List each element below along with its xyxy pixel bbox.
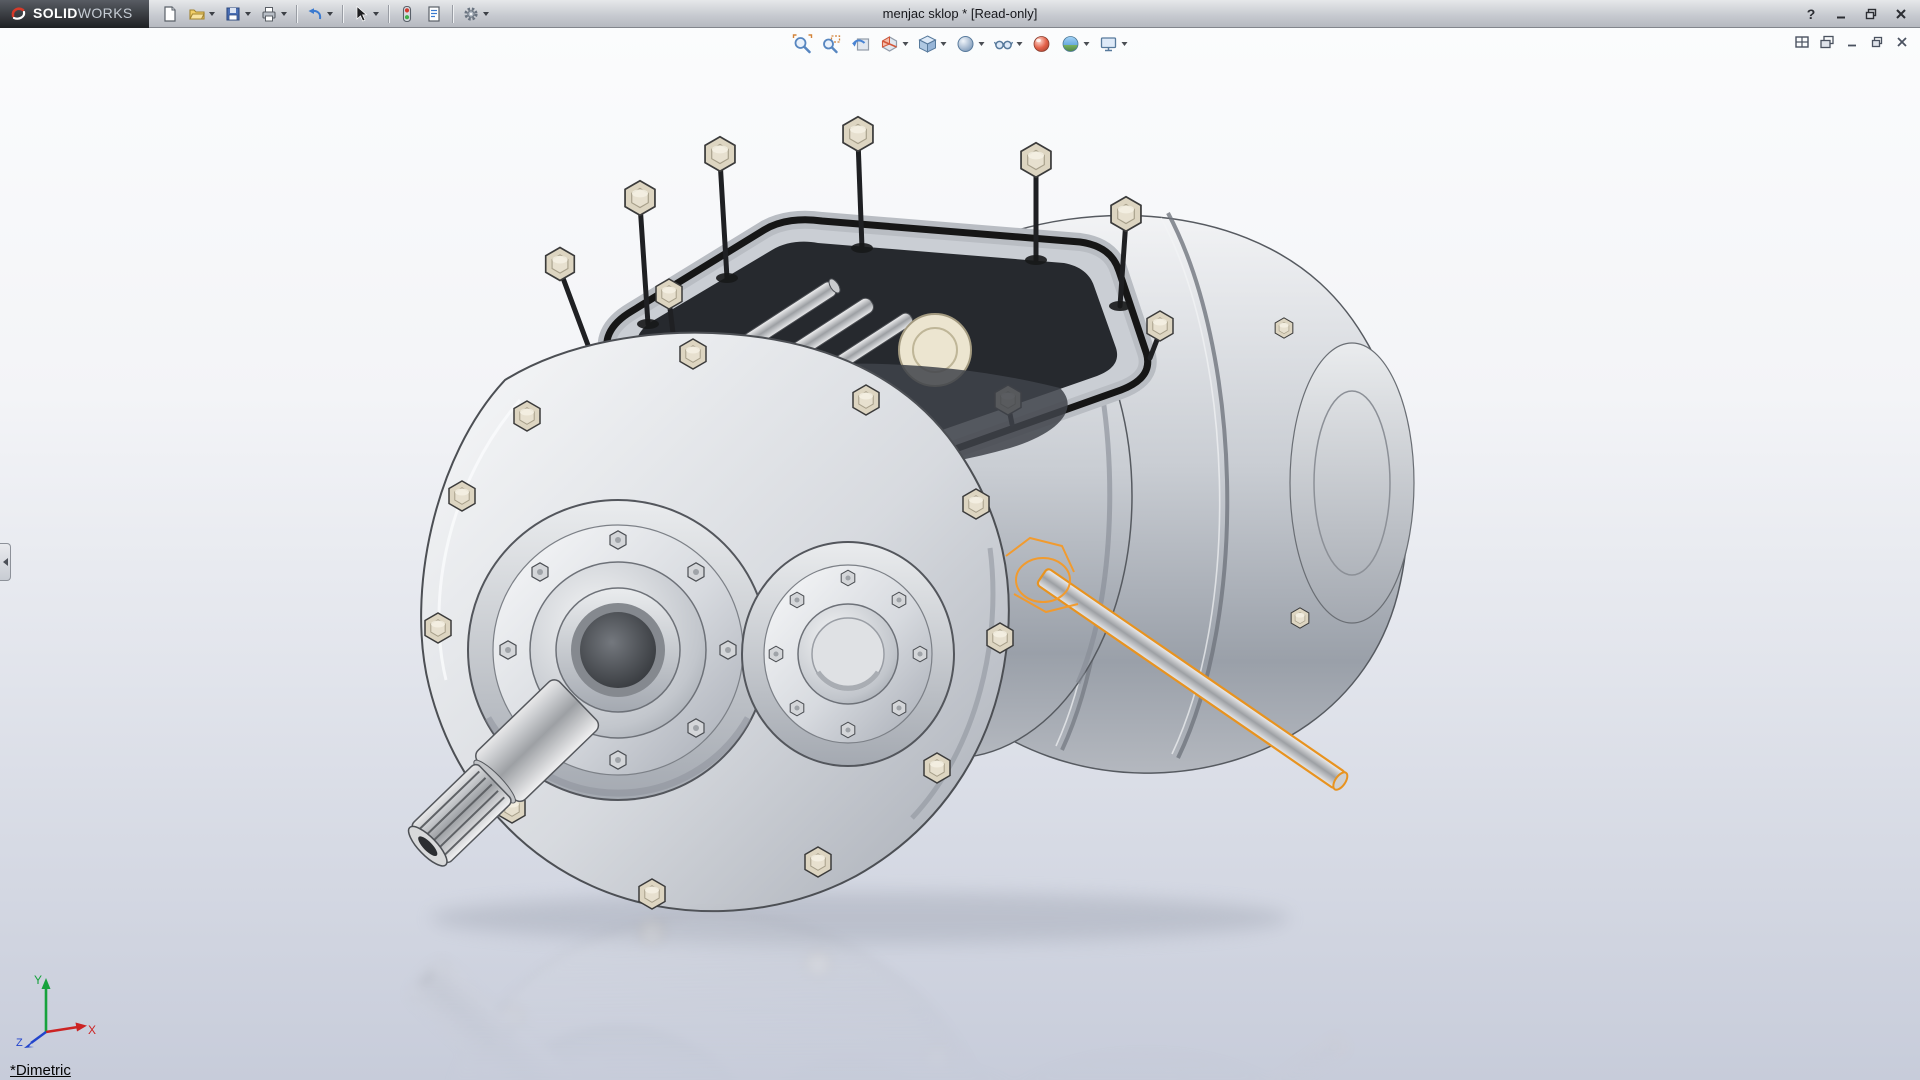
minimize-icon: [1835, 8, 1847, 20]
restore-button[interactable]: [1862, 5, 1880, 23]
help-icon: ?: [1807, 6, 1816, 22]
options-gear-icon: [462, 5, 480, 23]
svg-text:Z: Z: [16, 1037, 23, 1049]
undo-dropdown-caret[interactable]: [327, 12, 333, 16]
view-settings-caret[interactable]: [1122, 42, 1128, 46]
brand-text: SOLIDWORKS: [33, 5, 133, 23]
hide-show-items-button[interactable]: [990, 31, 1027, 57]
print-button[interactable]: [256, 2, 291, 26]
view-settings-button[interactable]: [1095, 31, 1132, 57]
view-orientation-button[interactable]: [914, 31, 951, 57]
triad-y-axis: Y: [34, 973, 51, 1032]
file-properties-icon: [425, 5, 443, 23]
select-cursor-icon: [352, 5, 370, 23]
titlebar: SOLIDWORKS: [0, 0, 1920, 28]
view-orientation-label: *Dimetric: [10, 1062, 71, 1079]
new-document-icon: [161, 5, 179, 23]
svg-text:X: X: [88, 1023, 96, 1037]
panel-expand-arrow-icon: [3, 558, 8, 566]
document-close-button[interactable]: [1894, 34, 1910, 50]
file-properties-button[interactable]: [421, 2, 447, 26]
toolbar-separator: [342, 5, 343, 23]
open-button[interactable]: [184, 2, 219, 26]
minimize-button[interactable]: [1832, 5, 1850, 23]
viewport-selector-icon: [1795, 35, 1809, 49]
triad-z-axis: Z: [16, 1032, 46, 1049]
display-style-icon: [956, 34, 976, 54]
toolbar-separator: [388, 5, 389, 23]
view-orientation-caret[interactable]: [941, 42, 947, 46]
edit-appearance-ball-icon: [1032, 34, 1052, 54]
document-close-icon: [1896, 36, 1908, 48]
rebuild-traffic-light-icon: [398, 5, 416, 23]
view-orientation-cube-icon: [918, 34, 938, 54]
zoom-to-area-icon: [822, 34, 842, 54]
hide-show-items-caret[interactable]: [1017, 42, 1023, 46]
orientation-triad: Y X Z: [14, 968, 100, 1054]
undo-button[interactable]: [302, 2, 337, 26]
featuremanager-collapsed-tab[interactable]: [0, 543, 11, 581]
print-icon: [260, 5, 278, 23]
view-settings-monitor-icon: [1099, 34, 1119, 54]
secondary-bearing-boss[interactable]: [742, 542, 954, 766]
model-gearbox-assembly[interactable]: [0, 28, 1920, 1080]
triad-x-axis: X: [46, 1023, 96, 1038]
select-button[interactable]: [348, 2, 383, 26]
window-arrange-button[interactable]: [1819, 34, 1835, 50]
contact-shadow: [430, 892, 1290, 944]
hide-show-glasses-icon: [994, 34, 1014, 54]
rebuild-button[interactable]: [394, 2, 420, 26]
dassault-swirl-icon: [10, 5, 27, 22]
apply-scene-caret[interactable]: [1084, 42, 1090, 46]
zoom-to-fit-button[interactable]: [789, 31, 817, 57]
print-dropdown-caret[interactable]: [281, 12, 287, 16]
display-style-caret[interactable]: [979, 42, 985, 46]
solidworks-logo: SOLIDWORKS: [0, 0, 149, 28]
apply-scene-ball-icon: [1061, 34, 1081, 54]
brand-solid: SOLID: [33, 5, 78, 21]
open-dropdown-caret[interactable]: [209, 12, 215, 16]
document-restore-icon: [1871, 36, 1883, 48]
restore-icon: [1865, 8, 1877, 20]
document-minimize-icon: [1846, 36, 1858, 48]
document-minimize-button[interactable]: [1844, 34, 1860, 50]
zoom-to-fit-icon: [793, 34, 813, 54]
brand-works: WORKS: [78, 5, 133, 21]
graphics-area[interactable]: Y X Z *Dimetric: [0, 28, 1920, 1080]
zoom-to-area-button[interactable]: [818, 31, 846, 57]
svg-text:Y: Y: [34, 973, 42, 987]
save-dropdown-caret[interactable]: [245, 12, 251, 16]
heads-up-toolbar: [789, 31, 1132, 57]
new-document-button[interactable]: [157, 2, 183, 26]
document-restore-button[interactable]: [1869, 34, 1885, 50]
close-icon: [1895, 8, 1907, 20]
solidworks-window: SOLIDWORKS: [0, 0, 1920, 1080]
help-button[interactable]: ?: [1802, 5, 1820, 23]
save-floppy-icon: [224, 5, 242, 23]
toolbar-separator: [452, 5, 453, 23]
options-dropdown-caret[interactable]: [483, 12, 489, 16]
save-button[interactable]: [220, 2, 255, 26]
window-controls: ?: [1802, 5, 1920, 23]
section-view-icon: [880, 34, 900, 54]
undo-icon: [306, 5, 324, 23]
window-title: menjac sklop * [Read-only]: [883, 6, 1038, 21]
display-style-button[interactable]: [952, 31, 989, 57]
viewport-selector-button[interactable]: [1794, 34, 1810, 50]
window-arrange-icon: [1820, 35, 1834, 49]
apply-scene-button[interactable]: [1057, 31, 1094, 57]
previous-view-button[interactable]: [847, 31, 875, 57]
open-folder-icon: [188, 5, 206, 23]
options-button[interactable]: [458, 2, 493, 26]
document-window-controls: [1794, 34, 1910, 50]
standard-toolbar: [157, 2, 493, 26]
select-dropdown-caret[interactable]: [373, 12, 379, 16]
close-button[interactable]: [1892, 5, 1910, 23]
edit-appearance-button[interactable]: [1028, 31, 1056, 57]
previous-view-icon: [851, 34, 871, 54]
section-view-caret[interactable]: [903, 42, 909, 46]
toolbar-separator: [296, 5, 297, 23]
section-view-button[interactable]: [876, 31, 913, 57]
